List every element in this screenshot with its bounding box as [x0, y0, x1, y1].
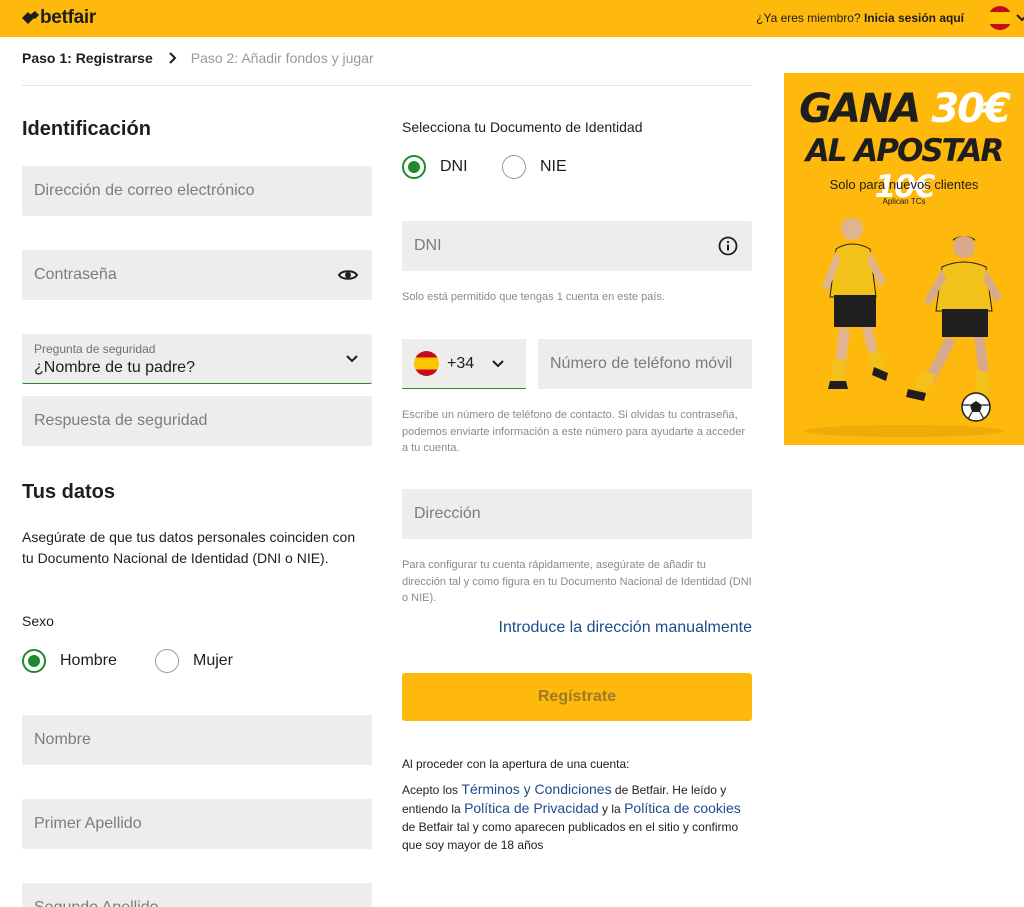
dni-placeholder: DNI	[414, 237, 442, 254]
breadcrumb-step-2: Paso 2: Añadir fondos y jugar	[190, 50, 374, 66]
phone-number-placeholder: Número de teléfono móvil	[550, 355, 733, 372]
promo-word-2: AL APOSTAR	[805, 133, 1005, 169]
football-players-illustration	[804, 217, 1004, 437]
last-name-1-field[interactable]: Primer Apellido	[22, 799, 372, 849]
radio-male[interactable]	[22, 649, 46, 673]
radio-nie-label: NIE	[540, 158, 567, 175]
first-name-placeholder: Nombre	[34, 731, 91, 748]
chevron-down-icon[interactable]	[1015, 9, 1024, 25]
last-name-2-placeholder: Segundo Apellido	[34, 899, 159, 907]
password-field[interactable]: Contraseña	[22, 250, 372, 300]
legal-text-1: Acepto los	[402, 783, 459, 797]
address-help-text: Para configurar tu cuenta rápidamente, a…	[402, 559, 752, 604]
breadcrumb-divider	[22, 85, 752, 86]
security-answer-placeholder: Respuesta de seguridad	[34, 412, 208, 429]
brand-name: betfair	[40, 7, 96, 28]
terms-link[interactable]: Términos y Condiciones	[461, 781, 611, 797]
document-type-label: Selecciona tu Documento de Identidad	[402, 119, 643, 135]
phone-prefix-select[interactable]: +34	[402, 339, 526, 389]
address-field[interactable]: Dirección	[402, 489, 752, 539]
breadcrumb: Paso 1: Registrarse Paso 2: Añadir fondo…	[22, 50, 374, 66]
football-icon	[961, 392, 991, 422]
info-icon[interactable]	[718, 236, 738, 256]
legal-consent: Acepto los Términos y Condiciones de Bet…	[402, 780, 752, 854]
radio-female[interactable]	[155, 649, 179, 673]
personal-data-title: Tus datos	[22, 481, 115, 503]
legal-text-3: y la	[602, 802, 621, 816]
register-button[interactable]: Regístrate	[402, 673, 752, 721]
security-question-select[interactable]: Pregunta de seguridad ¿Nombre de tu padr…	[22, 334, 372, 384]
sex-option-female[interactable]: Mujer	[155, 649, 233, 673]
identification-title: Identificación	[22, 118, 151, 140]
dni-help-text: Solo está permitido que tengas 1 cuenta …	[402, 291, 665, 303]
breadcrumb-step-1: Paso 1: Registrarse	[22, 50, 153, 66]
personal-data-notice: Asegúrate de que tus datos personales co…	[22, 529, 356, 566]
chevron-down-icon	[492, 359, 504, 368]
player-left	[822, 217, 888, 389]
language-flag-icon[interactable]	[988, 6, 1012, 30]
dni-field[interactable]: DNI	[402, 221, 752, 271]
last-name-1-placeholder: Primer Apellido	[34, 815, 142, 832]
top-bar: betfair ¿Ya eres miembro? Inicia sesión …	[0, 0, 1024, 37]
login-prompt: ¿Ya eres miembro? Inicia sesión aquí	[756, 11, 964, 25]
ground-shadow	[804, 425, 1004, 437]
sex-label: Sexo	[22, 613, 54, 629]
promo-terms: Aplican TCs	[882, 197, 926, 206]
phone-prefix-value: +34	[447, 354, 475, 372]
cookies-link[interactable]: Política de cookies	[624, 800, 741, 816]
document-option-nie[interactable]: NIE	[502, 155, 567, 179]
betfair-logo-mark-icon	[22, 11, 39, 24]
promo-word-1: GANA	[799, 86, 921, 132]
email-placeholder: Dirección de correo electrónico	[34, 182, 255, 199]
document-option-dni[interactable]: DNI	[402, 155, 468, 179]
login-link[interactable]: Inicia sesión aquí	[864, 11, 964, 25]
radio-nie[interactable]	[502, 155, 526, 179]
phone-help-text: Escribe un número de teléfono de contact…	[402, 409, 746, 454]
phone-number-field[interactable]: Número de teléfono móvil	[538, 339, 752, 389]
player-right	[906, 236, 1002, 401]
radio-female-label: Mujer	[193, 652, 234, 669]
password-placeholder: Contraseña	[34, 266, 117, 283]
promo-headline-1: GANA 30€	[784, 87, 1024, 131]
betfair-logo[interactable]: betfair	[22, 8, 96, 28]
radio-male-label: Hombre	[60, 652, 117, 669]
security-question-label: Pregunta de seguridad	[34, 341, 156, 356]
security-answer-field[interactable]: Respuesta de seguridad	[22, 396, 372, 446]
address-placeholder: Dirección	[414, 505, 481, 522]
promo-headline-2: AL APOSTAR 10€	[784, 133, 1024, 205]
first-name-field[interactable]: Nombre	[22, 715, 372, 765]
legal-text-4: de Betfair tal y como aparecen publicado…	[402, 820, 739, 852]
radio-dni-label: DNI	[440, 158, 468, 175]
show-password-eye-icon[interactable]	[338, 268, 358, 282]
chevron-right-icon	[169, 52, 177, 64]
chevron-down-icon	[346, 354, 358, 363]
promo-subtitle: Solo para nuevos clientes	[829, 177, 979, 192]
promo-amount-1: 30€	[931, 86, 1010, 132]
spain-flag-icon	[414, 351, 439, 376]
legal-intro: Al proceder con la apertura de una cuent…	[402, 757, 630, 771]
member-question: ¿Ya eres miembro?	[756, 11, 861, 25]
manual-address-link[interactable]: Introduce la dirección manualmente	[499, 619, 752, 637]
last-name-2-field[interactable]: Segundo Apellido	[22, 883, 372, 907]
email-field[interactable]: Dirección de correo electrónico	[22, 166, 372, 216]
security-question-value: ¿Nombre de tu padre?	[34, 358, 195, 376]
privacy-link[interactable]: Política de Privacidad	[464, 800, 599, 816]
sex-option-male[interactable]: Hombre	[22, 649, 117, 673]
radio-dni[interactable]	[402, 155, 426, 179]
promo-banner[interactable]: GANA 30€ AL APOSTAR 10€ Solo para nuevos…	[784, 73, 1024, 445]
